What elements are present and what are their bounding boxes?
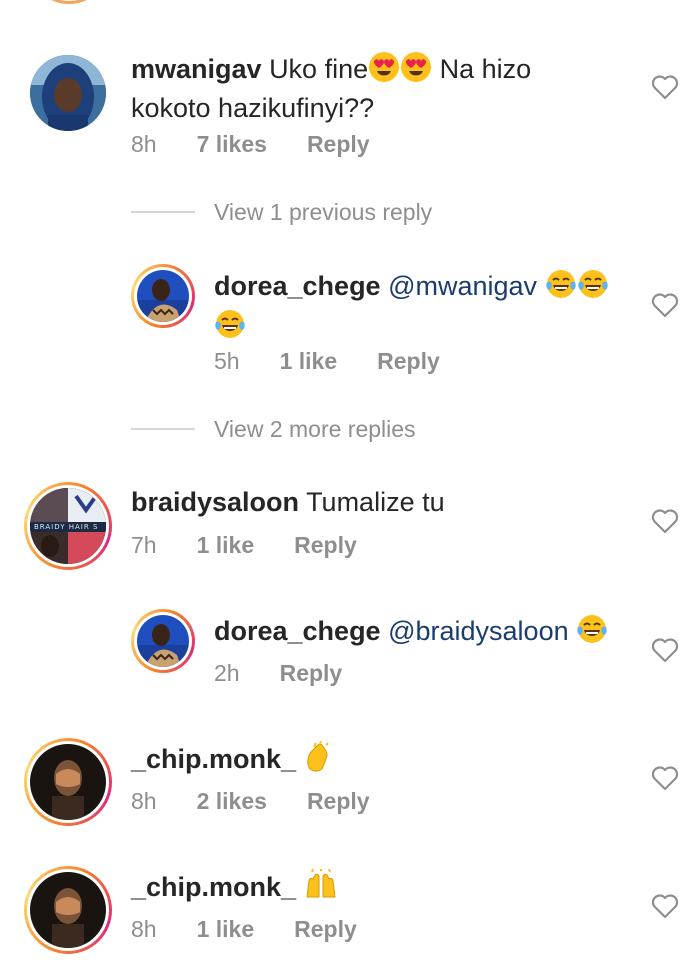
avatar[interactable]: BRAIDY HAIR S [24,482,112,570]
comment-meta: 5h 1 like Reply [214,348,440,375]
reply-button[interactable]: Reply [307,131,370,158]
comment-meta: 8h 2 likes Reply [131,788,370,815]
avatar[interactable] [24,866,112,954]
view-previous-replies-link[interactable]: View 1 previous reply [214,199,432,226]
braidy-logo-text: BRAIDY HAIR S [34,523,99,531]
comment-username[interactable]: dorea_chege [214,271,381,301]
view-replies-divider [131,211,195,213]
reply-button[interactable]: Reply [377,348,440,375]
likes-count[interactable]: 1 like [197,532,255,559]
clapping-hand-emoji-icon [304,740,334,781]
avatar[interactable] [131,264,195,328]
like-heart-icon[interactable] [651,292,679,318]
likes-count[interactable]: 1 like [280,348,338,375]
like-heart-icon[interactable] [651,508,679,534]
comment-time: 8h [131,788,157,814]
comment-time: 2h [214,660,240,686]
comment-text: _chip.monk_ [131,740,601,781]
reply-button[interactable]: Reply [280,660,343,687]
comment-text: dorea_chege @mwanigav [214,268,614,348]
likes-count[interactable]: 2 likes [197,788,267,815]
like-heart-icon[interactable] [651,74,679,100]
comment-time: 7h [131,532,157,558]
comment-username[interactable]: _chip.monk_ [131,872,296,902]
comment-time: 5h [214,348,240,374]
avatar[interactable] [24,738,112,826]
mention-link[interactable]: @mwanigav [388,271,537,301]
tears-of-joy-emoji-icon [214,308,246,348]
partial-avatar-ring [28,0,110,4]
comment-username[interactable]: braidysaloon [131,487,299,517]
comment-time: 8h [131,916,157,942]
likes-count[interactable]: 7 likes [197,131,267,158]
like-heart-icon[interactable] [651,637,679,663]
comment-username[interactable]: mwanigav [131,54,262,84]
comment-text: braidysaloon Tumalize tu [131,487,445,517]
comment-meta: 8h 7 likes Reply [131,131,370,158]
comment-username[interactable]: dorea_chege [214,616,381,646]
comment-meta: 8h 1 like Reply [131,916,357,943]
comment-meta: 2h Reply [214,660,342,687]
comment-text: dorea_chege @braidysaloon [214,613,634,653]
reply-button[interactable]: Reply [294,916,357,943]
avatar[interactable] [131,609,195,673]
tears-of-joy-emoji-icon [576,613,608,653]
comment-text: mwanigav Uko fine Na hizo kokoto hazikuf… [131,51,601,125]
reply-button[interactable]: Reply [307,788,370,815]
avatar[interactable] [30,55,106,131]
like-heart-icon[interactable] [651,893,679,919]
heart-eyes-emoji-icon [368,51,400,91]
comment-username[interactable]: _chip.monk_ [131,744,296,774]
likes-count[interactable]: 1 like [197,916,255,943]
view-replies-divider [131,428,195,430]
like-heart-icon[interactable] [651,765,679,791]
reply-button[interactable]: Reply [294,532,357,559]
view-more-replies-link[interactable]: View 2 more replies [214,416,416,443]
comment-text: _chip.monk_ [131,868,601,909]
raising-hands-emoji-icon [304,868,338,909]
heart-eyes-emoji-icon [400,51,432,91]
tears-of-joy-emoji-icon [577,268,609,308]
comment-time: 8h [131,131,157,157]
mention-link[interactable]: @braidysaloon [388,616,569,646]
comment-meta: 7h 1 like Reply [131,532,357,559]
tears-of-joy-emoji-icon [545,268,577,308]
